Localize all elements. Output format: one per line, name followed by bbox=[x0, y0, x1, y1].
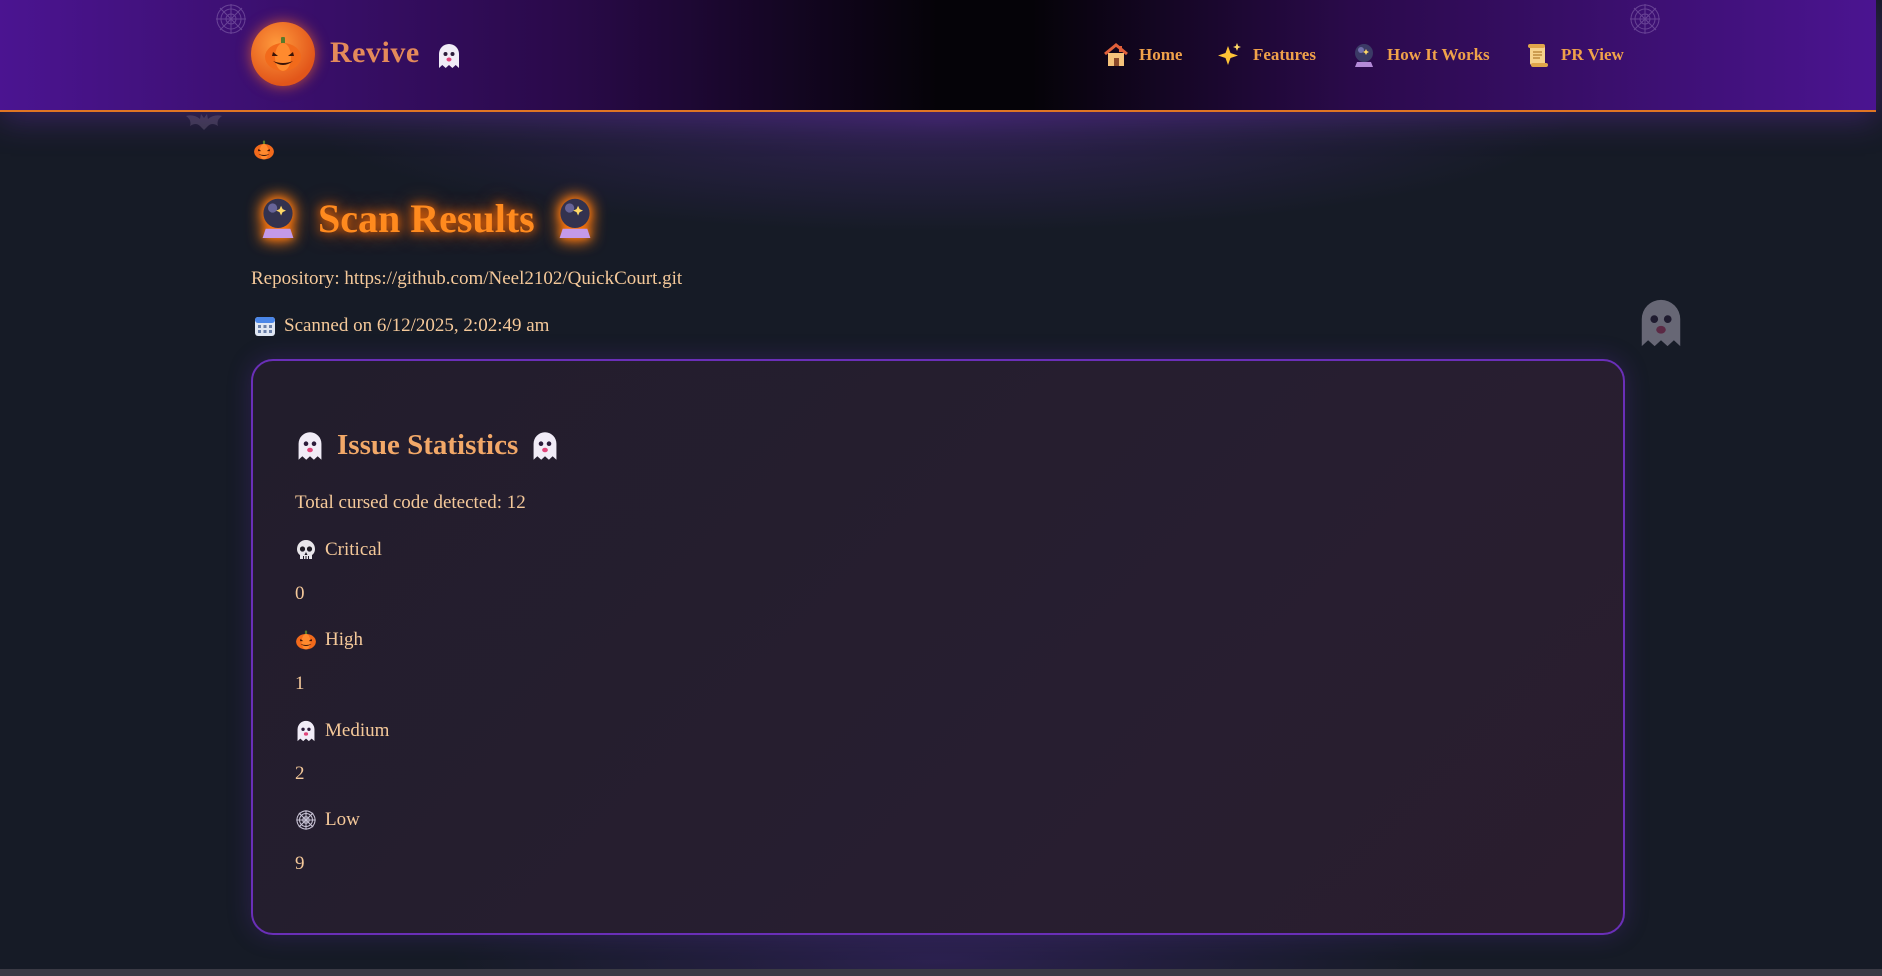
pumpkin-icon bbox=[296, 630, 316, 650]
ghost-icon bbox=[533, 431, 557, 460]
issue-statistics-heading: Issue Statistics bbox=[295, 429, 560, 462]
severity-low-text: Low bbox=[325, 809, 360, 830]
crystal-ball-icon bbox=[262, 198, 294, 238]
calendar-icon bbox=[255, 317, 275, 336]
top-navbar: Revive Home Features How It Works PR Vie… bbox=[0, 0, 1876, 112]
spider-web-icon bbox=[1630, 4, 1660, 34]
issue-statistics-title: Issue Statistics bbox=[337, 429, 519, 461]
severity-critical-count: 0 bbox=[295, 583, 305, 604]
severity-high-text: High bbox=[325, 629, 363, 650]
spider-web-icon bbox=[296, 810, 316, 830]
sparkles-icon bbox=[1218, 43, 1241, 65]
crystal-ball-icon bbox=[559, 198, 591, 238]
issue-statistics-card: Issue Statistics Total cursed code detec… bbox=[251, 359, 1625, 935]
ghost-icon bbox=[298, 431, 322, 460]
total-issues: Total cursed code detected: 12 bbox=[295, 492, 526, 513]
nav-how-it-works-label: How It Works bbox=[1387, 45, 1490, 64]
severity-medium-label: Medium bbox=[295, 719, 389, 743]
ghost-icon bbox=[439, 44, 459, 68]
nav-pr-view-label: PR View bbox=[1561, 45, 1624, 64]
page-title: Scan Results bbox=[318, 195, 535, 241]
page-heading: Scan Results bbox=[258, 192, 595, 244]
page: Revive Home Features How It Works PR Vie… bbox=[0, 0, 1882, 976]
ghost-icon bbox=[1641, 299, 1681, 347]
pumpkin-icon bbox=[265, 37, 301, 71]
bat-icon bbox=[186, 114, 222, 130]
skull-icon bbox=[297, 540, 315, 559]
pumpkin-icon bbox=[254, 140, 274, 160]
severity-medium-text: Medium bbox=[325, 720, 390, 741]
scan-timestamp-text: Scanned on 6/12/2025, 2:02:49 am bbox=[284, 315, 550, 336]
ghost-icon bbox=[297, 720, 315, 742]
horizontal-scrollbar[interactable] bbox=[0, 969, 1882, 976]
severity-medium-count: 2 bbox=[295, 763, 305, 784]
spider-web-icon bbox=[216, 4, 246, 34]
brand-name[interactable]: Revive bbox=[330, 36, 420, 70]
severity-low-label: Low bbox=[295, 809, 360, 831]
nav-pr-view[interactable]: PR View bbox=[1525, 40, 1624, 70]
severity-critical-label: Critical bbox=[295, 539, 382, 561]
crystal-ball-icon bbox=[1355, 44, 1373, 67]
severity-high-label: High bbox=[295, 629, 363, 651]
scroll-icon bbox=[1528, 44, 1548, 67]
severity-high-count: 1 bbox=[295, 673, 305, 694]
nav-home-label: Home bbox=[1139, 45, 1183, 64]
severity-low-count: 9 bbox=[295, 853, 305, 874]
nav-features-label: Features bbox=[1253, 45, 1316, 64]
scan-timestamp: Scanned on 6/12/2025, 2:02:49 am bbox=[254, 315, 549, 337]
logo[interactable] bbox=[251, 22, 315, 86]
nav-features[interactable]: Features bbox=[1217, 40, 1316, 70]
house-icon bbox=[1104, 43, 1128, 66]
severity-critical-text: Critical bbox=[325, 539, 382, 560]
nav-home[interactable]: Home bbox=[1103, 40, 1182, 70]
nav-how-it-works[interactable]: How It Works bbox=[1351, 40, 1490, 70]
repository-url: Repository: https://github.com/Neel2102/… bbox=[251, 268, 683, 289]
